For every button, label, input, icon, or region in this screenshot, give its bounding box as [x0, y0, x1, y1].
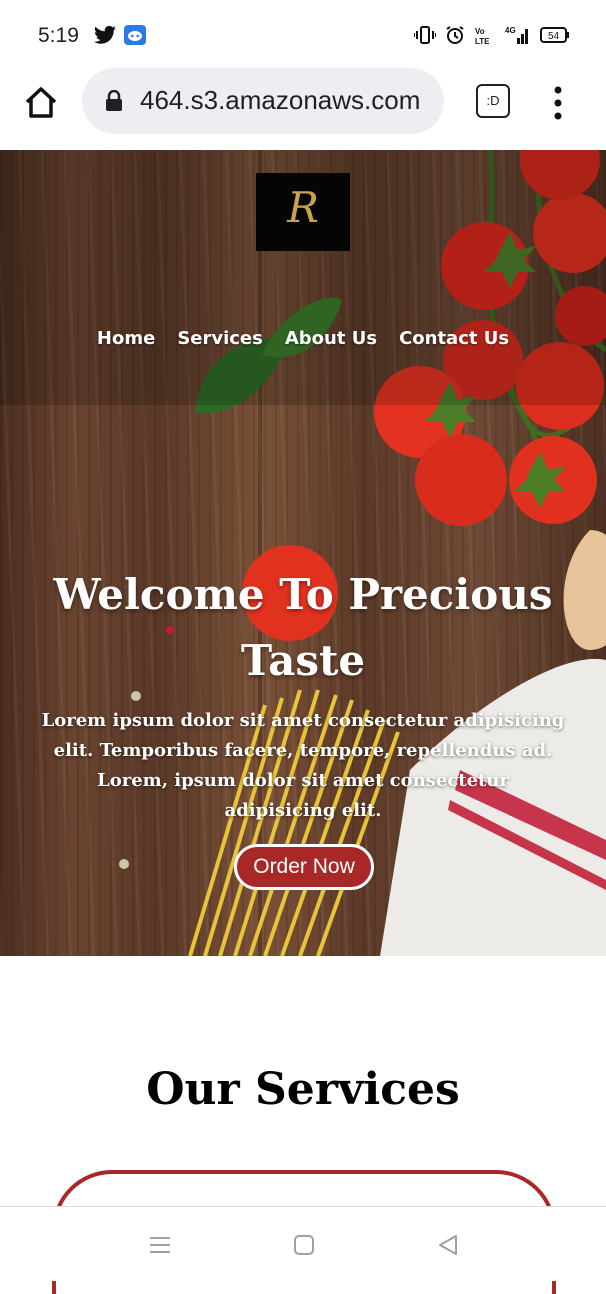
volte-icon: Vo LTE	[474, 25, 496, 45]
hero-description: Lorem ipsum dolor sit amet consectetur a…	[41, 710, 565, 821]
battery-level: 54	[548, 31, 560, 42]
recent-apps-icon[interactable]	[146, 1231, 174, 1259]
signal-4g-icon: 4G	[505, 25, 531, 45]
hero-section: R Home Services About Us Contact Us Welc…	[0, 150, 606, 956]
browser-toolbar: 464.s3.amazonaws.com :D	[0, 66, 606, 146]
nav-contact-us[interactable]: Contact Us	[399, 328, 509, 349]
alarm-icon	[445, 25, 465, 45]
site-nav: Home Services About Us Contact Us	[0, 328, 606, 349]
services-heading: Our Services	[146, 1064, 460, 1115]
lock-icon	[104, 90, 124, 112]
svg-text:LTE: LTE	[475, 37, 490, 45]
logo-letter: R	[287, 183, 319, 232]
nav-about-us[interactable]: About Us	[285, 328, 377, 349]
vibrate-icon	[414, 25, 436, 45]
nav-services[interactable]: Services	[177, 328, 263, 349]
svg-text:4G: 4G	[505, 26, 516, 35]
twitter-icon	[94, 25, 116, 45]
status-time: 5:19	[38, 24, 79, 47]
nav-home[interactable]: Home	[97, 328, 155, 349]
address-bar[interactable]: 464.s3.amazonaws.com	[82, 68, 444, 134]
site-logo[interactable]: R	[256, 173, 350, 251]
url-text: 464.s3.amazonaws.com	[140, 85, 421, 115]
back-triangle-icon[interactable]	[434, 1231, 462, 1259]
order-now-button[interactable]: Order Now	[234, 844, 374, 890]
svg-text:Vo: Vo	[475, 27, 485, 36]
battery-icon: 54	[540, 26, 570, 44]
status-bar: 5:19 Vo LTE 4G 54	[0, 0, 606, 72]
system-nav-bar	[0, 1206, 606, 1281]
discord-icon	[124, 25, 146, 45]
hero-title: Welcome To Precious Taste	[53, 570, 553, 685]
tab-switcher-icon[interactable]: :D	[476, 84, 510, 118]
home-icon[interactable]	[20, 82, 62, 124]
more-menu-icon[interactable]	[548, 86, 568, 120]
home-square-icon[interactable]	[290, 1231, 318, 1259]
